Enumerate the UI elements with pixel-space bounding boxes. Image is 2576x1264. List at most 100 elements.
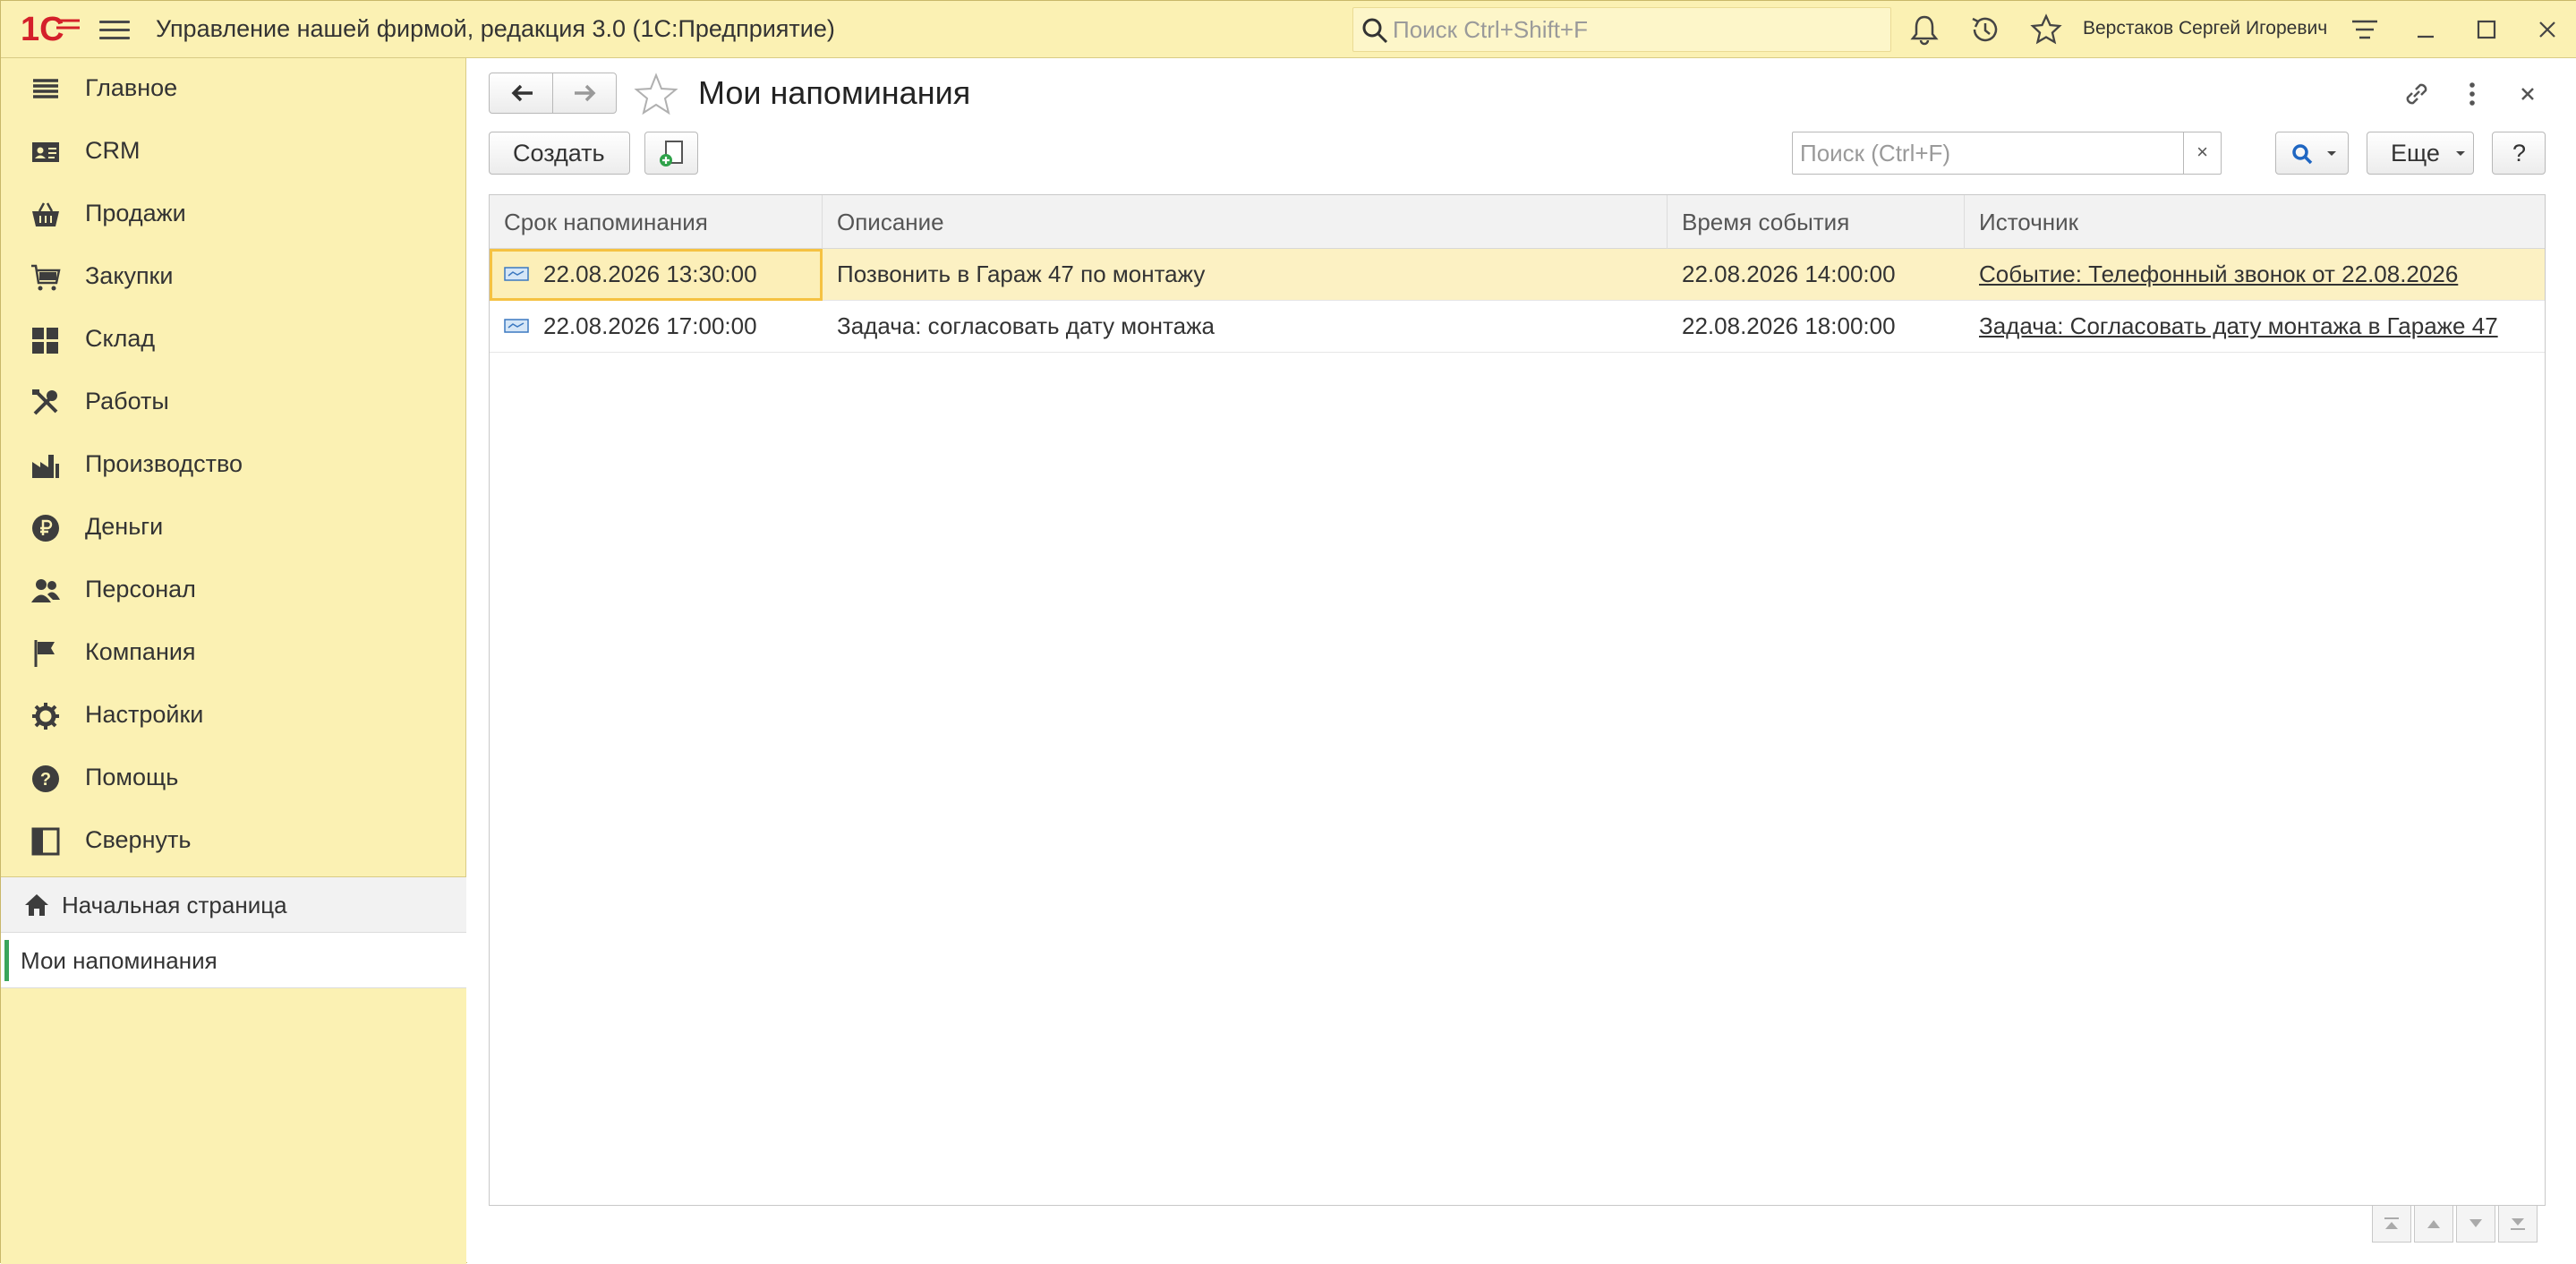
bell-icon[interactable] xyxy=(1907,13,1941,47)
open-windows-panel: Начальная страница Мои напоминания xyxy=(1,876,466,1264)
column-header-description[interactable]: Описание xyxy=(823,195,1668,249)
1c-logo-icon[interactable]: 1С xyxy=(21,8,81,49)
scroll-up-button[interactable] xyxy=(2414,1205,2453,1243)
home-page-tab[interactable]: Начальная страница xyxy=(1,877,466,933)
factory-icon xyxy=(32,455,59,478)
more-vertical-icon[interactable] xyxy=(2456,78,2488,110)
deadline-text: 22.08.2026 17:00:00 xyxy=(543,312,757,339)
column-header-event-time[interactable]: Время события xyxy=(1668,195,1965,249)
scroll-to-bottom-button[interactable] xyxy=(2498,1205,2538,1243)
sidebar-item-label: Персонал xyxy=(85,576,196,602)
table-row[interactable]: 22.08.2026 13:30:00 Позвонить в Гараж 47… xyxy=(490,249,2545,301)
table-header: Срок напоминания Описание Время события … xyxy=(490,195,2545,249)
create-button-label: Создать xyxy=(513,140,605,167)
source-cell[interactable]: Событие: Телефонный звонок от 22.08.2026 xyxy=(1965,249,2529,301)
deadline-cell[interactable]: 22.08.2026 17:00:00 xyxy=(490,301,823,353)
sidebar-item-label: Склад xyxy=(85,325,156,352)
sidebar-item-settings[interactable]: Настройки xyxy=(1,685,466,747)
list-search-input[interactable] xyxy=(1798,138,2174,168)
close-form-icon[interactable] xyxy=(2512,78,2544,110)
link-icon[interactable] xyxy=(2401,78,2433,110)
global-search[interactable] xyxy=(1352,7,1891,52)
column-header-deadline[interactable]: Срок напоминания xyxy=(490,195,823,249)
deadline-cell[interactable]: 22.08.2026 13:30:00 xyxy=(490,249,823,301)
event-time-cell[interactable]: 22.08.2026 18:00:00 xyxy=(1668,301,1965,353)
back-button[interactable] xyxy=(489,73,553,114)
deadline-text: 22.08.2026 13:30:00 xyxy=(543,260,757,287)
sidebar-item-label: Деньги xyxy=(85,513,164,540)
source-link[interactable]: Задача: Согласовать дату монтажа в Гараж… xyxy=(1979,312,2498,339)
clear-search-button[interactable]: × xyxy=(2183,132,2221,174)
form-title: Мои напоминания xyxy=(698,74,971,111)
sidebar-item-label: Компания xyxy=(85,638,196,665)
sidebar-item-label: Настройки xyxy=(85,701,204,728)
arrow-right-icon xyxy=(575,84,596,102)
description-cell[interactable]: Задача: согласовать дату монтажа xyxy=(823,301,1668,353)
help-button-label: ? xyxy=(2512,140,2527,167)
add-document-icon xyxy=(660,141,683,167)
people-icon xyxy=(31,579,60,602)
sidebar-item-works[interactable]: Работы xyxy=(1,372,466,434)
sidebar-item-main[interactable]: Главное xyxy=(1,58,466,121)
double-down-icon xyxy=(2511,1218,2525,1230)
home-page-label: Начальная страница xyxy=(62,892,287,918)
warehouse-grid-icon xyxy=(32,328,58,354)
sidebar-item-label: CRM xyxy=(85,137,141,164)
sidebar-item-label: Производство xyxy=(85,450,243,477)
sidebar-item-purchases[interactable]: Закупки xyxy=(1,246,466,309)
event-time-cell[interactable]: 22.08.2026 14:00:00 xyxy=(1668,249,1965,301)
active-window-marker xyxy=(4,940,9,981)
sidebar-item-help[interactable]: ? Помощь xyxy=(1,747,466,810)
chevron-down-icon xyxy=(2456,151,2465,156)
description-cell[interactable]: Позвонить в Гараж 47 по монтажу xyxy=(823,249,1668,301)
sections-panel: Главное CRM Продажи Закупки Склад Работы… xyxy=(1,58,466,1264)
source-link[interactable]: Событие: Телефонный звонок от 22.08.2026 xyxy=(1979,260,2458,287)
sidebar-item-warehouse[interactable]: Склад xyxy=(1,309,466,372)
flag-icon xyxy=(34,640,55,667)
forward-button[interactable] xyxy=(552,73,617,114)
favorites-star-icon[interactable] xyxy=(2029,13,2063,47)
sidebar-item-label: Работы xyxy=(85,388,169,414)
sidebar-item-company[interactable]: Компания xyxy=(1,622,466,685)
table-row[interactable]: 22.08.2026 17:00:00 Задача: согласовать … xyxy=(490,301,2545,353)
copy-button[interactable] xyxy=(644,132,698,175)
scroll-down-button[interactable] xyxy=(2456,1205,2495,1243)
sidebar-item-production[interactable]: Производство xyxy=(1,434,466,497)
sidebar-item-label: Помощь xyxy=(85,764,179,790)
global-search-input[interactable] xyxy=(1391,13,1883,46)
sidebar-item-personnel[interactable]: Персонал xyxy=(1,559,466,622)
favorite-star-icon[interactable] xyxy=(634,73,678,115)
maximize-icon[interactable] xyxy=(2469,13,2503,47)
menu-list-icon xyxy=(33,79,58,98)
up-arrow-icon xyxy=(2427,1220,2440,1228)
reminder-icon xyxy=(504,267,529,281)
chevron-down-icon xyxy=(2327,151,2336,156)
scroll-to-top-button[interactable] xyxy=(2372,1205,2411,1243)
contact-card-icon xyxy=(32,142,59,162)
help-button[interactable]: ? xyxy=(2492,132,2546,175)
sidebar-item-collapse[interactable]: Свернуть xyxy=(1,810,466,873)
main-menu-icon[interactable] xyxy=(99,15,130,44)
close-window-icon[interactable] xyxy=(2530,13,2564,47)
user-name[interactable]: Верстаков Сергей Игоревич xyxy=(2083,18,2327,39)
sidebar-item-crm[interactable]: CRM xyxy=(1,121,466,184)
create-button[interactable]: Создать xyxy=(489,132,630,175)
cart-icon xyxy=(31,264,61,291)
more-actions-button[interactable]: Еще xyxy=(2367,132,2474,175)
search-icon xyxy=(2292,144,2313,165)
search-options-button[interactable] xyxy=(2275,132,2349,175)
list-search[interactable]: × xyxy=(1792,132,2222,175)
tools-icon xyxy=(32,389,58,415)
column-header-source[interactable]: Источник xyxy=(1965,195,2545,249)
settings-sliders-icon[interactable] xyxy=(2348,13,2382,47)
sidebar-item-money[interactable]: Деньги xyxy=(1,497,466,559)
history-icon[interactable] xyxy=(1968,13,2002,47)
double-up-icon xyxy=(2384,1217,2399,1229)
minimize-icon[interactable] xyxy=(2409,13,2443,47)
svg-text:1С: 1С xyxy=(21,11,64,48)
open-window-reminders[interactable]: Мои напоминания xyxy=(1,933,466,988)
source-cell[interactable]: Задача: Согласовать дату монтажа в Гараж… xyxy=(1965,301,2529,353)
down-arrow-icon xyxy=(2469,1219,2482,1227)
ruble-coin-icon xyxy=(32,515,59,542)
sidebar-item-sales[interactable]: Продажи xyxy=(1,184,466,246)
